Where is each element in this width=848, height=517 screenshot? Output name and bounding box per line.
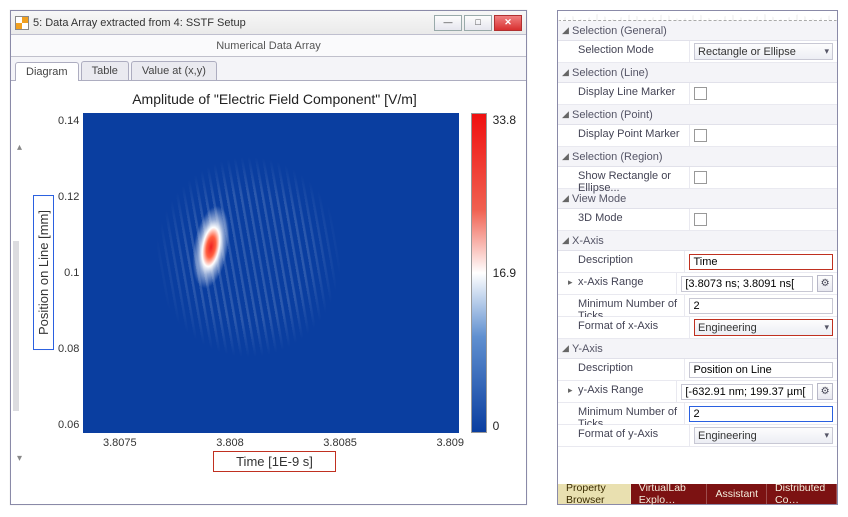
section-selection-line[interactable]: ◢Selection (Line) bbox=[558, 63, 837, 83]
x-tick: 3.808 bbox=[216, 437, 244, 449]
row-x-format: Format of x-Axis Engineering bbox=[558, 317, 837, 339]
heatmap-canvas[interactable] bbox=[83, 113, 458, 433]
window-title: 5: Data Array extracted from 4: SSTF Set… bbox=[33, 17, 434, 29]
close-button[interactable]: ✕ bbox=[494, 15, 522, 31]
view-tabs: Diagram Table Value at (x,y) bbox=[11, 57, 526, 81]
input-x-description[interactable] bbox=[689, 254, 833, 270]
section-y-axis[interactable]: ◢Y-Axis bbox=[558, 339, 837, 359]
y-tick: 0.08 bbox=[58, 343, 79, 355]
section-selection-point[interactable]: ◢Selection (Point) bbox=[558, 105, 837, 125]
data-array-window: 5: Data Array extracted from 4: SSTF Set… bbox=[10, 10, 527, 505]
section-selection-region[interactable]: ◢Selection (Region) bbox=[558, 147, 837, 167]
minimize-button[interactable]: — bbox=[434, 15, 462, 31]
row-y-range: ▸y-Axis Range ⚙ bbox=[558, 381, 837, 403]
tab-table[interactable]: Table bbox=[81, 61, 129, 80]
section-view-mode[interactable]: ◢View Mode bbox=[558, 189, 837, 209]
interference-fringes bbox=[83, 113, 458, 433]
label-x-range: ▸x-Axis Range bbox=[558, 273, 677, 294]
panel-tabs: Property Browser VirtualLab Explo… Assis… bbox=[558, 484, 837, 504]
input-y-description[interactable] bbox=[689, 362, 833, 378]
checkbox-3d-mode[interactable] bbox=[694, 213, 707, 226]
panel-tab-virtuallab-explorer[interactable]: VirtualLab Explo… bbox=[631, 484, 708, 504]
label-3d-mode: 3D Mode bbox=[558, 209, 690, 230]
tab-value-at-xy[interactable]: Value at (x,y) bbox=[131, 61, 217, 80]
section-x-axis[interactable]: ◢X-Axis bbox=[558, 231, 837, 251]
maximize-button[interactable]: □ bbox=[464, 15, 492, 31]
checkbox-display-point-marker[interactable] bbox=[694, 129, 707, 142]
torn-edge bbox=[558, 11, 837, 21]
row-x-description: Description bbox=[558, 251, 837, 273]
property-browser-panel: ◢Selection (General) Selection Mode Rect… bbox=[557, 10, 838, 505]
x-axis-label: Time [1E-9 s] bbox=[213, 451, 336, 472]
scroll-arrows[interactable]: ▴▾ bbox=[17, 143, 27, 464]
row-3d-mode: 3D Mode bbox=[558, 209, 837, 231]
label-y-description: Description bbox=[558, 359, 685, 380]
label-x-min-ticks: Minimum Number of Ticks bbox=[558, 295, 685, 316]
label-display-point-marker: Display Point Marker bbox=[558, 125, 690, 146]
x-axis-ticks: 3.8075 3.808 3.8085 3.809 bbox=[103, 437, 464, 449]
section-selection-general[interactable]: ◢Selection (General) bbox=[558, 21, 837, 41]
label-x-description: Description bbox=[558, 251, 685, 272]
tab-diagram[interactable]: Diagram bbox=[15, 62, 79, 81]
row-show-rect-ellipse: Show Rectangle or Ellipse... bbox=[558, 167, 837, 189]
row-display-line-marker: Display Line Marker bbox=[558, 83, 837, 105]
cb-tick-min: 0 bbox=[493, 419, 516, 433]
row-x-min-ticks: Minimum Number of Ticks bbox=[558, 295, 837, 317]
label-selection-mode: Selection Mode bbox=[558, 41, 690, 62]
cb-tick-mid: 16.9 bbox=[493, 266, 516, 280]
row-x-range: ▸x-Axis Range ⚙ bbox=[558, 273, 837, 295]
y-tick: 0.06 bbox=[58, 419, 79, 431]
app-icon bbox=[15, 16, 29, 30]
y-tick: 0.14 bbox=[58, 115, 79, 127]
label-show-rect-ellipse: Show Rectangle or Ellipse... bbox=[558, 167, 690, 188]
input-y-min-ticks[interactable] bbox=[689, 406, 833, 422]
plot-area: ▴▾ Amplitude of "Electric Field Componen… bbox=[11, 81, 526, 504]
window-subtitle: Numerical Data Array bbox=[11, 35, 526, 57]
y-axis-ticks: 0.14 0.12 0.1 0.08 0.06 bbox=[56, 113, 83, 433]
colorbar bbox=[471, 113, 487, 433]
label-y-format: Format of y-Axis bbox=[558, 425, 690, 446]
label-y-min-ticks: Minimum Number of Ticks bbox=[558, 403, 685, 424]
panel-tab-assistant[interactable]: Assistant bbox=[707, 484, 767, 504]
label-y-range: ▸y-Axis Range bbox=[558, 381, 677, 402]
row-display-point-marker: Display Point Marker bbox=[558, 125, 837, 147]
checkbox-show-rect-ellipse[interactable] bbox=[694, 171, 707, 184]
y-axis-label: Position on Line [mm] bbox=[33, 195, 54, 350]
label-x-format: Format of x-Axis bbox=[558, 317, 690, 338]
row-y-format: Format of y-Axis Engineering bbox=[558, 425, 837, 447]
label-display-line-marker: Display Line Marker bbox=[558, 83, 690, 104]
row-y-min-ticks: Minimum Number of Ticks bbox=[558, 403, 837, 425]
plot-title: Amplitude of "Electric Field Component" … bbox=[39, 91, 510, 107]
panel-tab-property-browser[interactable]: Property Browser bbox=[558, 484, 631, 504]
y-tick: 0.12 bbox=[58, 191, 79, 203]
checkbox-display-line-marker[interactable] bbox=[694, 87, 707, 100]
cb-tick-max: 33.8 bbox=[493, 113, 516, 127]
titlebar[interactable]: 5: Data Array extracted from 4: SSTF Set… bbox=[11, 11, 526, 35]
row-selection-mode: Selection Mode Rectangle or Ellipse bbox=[558, 41, 837, 63]
x-tick: 3.8075 bbox=[103, 437, 137, 449]
colorbar-ticks: 33.8 16.9 0 bbox=[487, 113, 516, 433]
property-grid[interactable]: ◢Selection (General) Selection Mode Rect… bbox=[558, 21, 837, 484]
gear-icon[interactable]: ⚙ bbox=[817, 275, 833, 292]
input-x-min-ticks[interactable] bbox=[689, 298, 833, 314]
x-tick: 3.809 bbox=[436, 437, 464, 449]
input-y-range[interactable] bbox=[681, 384, 813, 400]
combo-selection-mode[interactable]: Rectangle or Ellipse bbox=[694, 43, 833, 60]
input-x-range[interactable] bbox=[681, 276, 813, 292]
gear-icon[interactable]: ⚙ bbox=[817, 383, 833, 400]
combo-x-format[interactable]: Engineering bbox=[694, 319, 833, 336]
row-y-description: Description bbox=[558, 359, 837, 381]
panel-tab-distributed[interactable]: Distributed Co… bbox=[767, 484, 837, 504]
combo-y-format[interactable]: Engineering bbox=[694, 427, 833, 444]
x-tick: 3.8085 bbox=[323, 437, 357, 449]
y-tick: 0.1 bbox=[64, 267, 79, 279]
